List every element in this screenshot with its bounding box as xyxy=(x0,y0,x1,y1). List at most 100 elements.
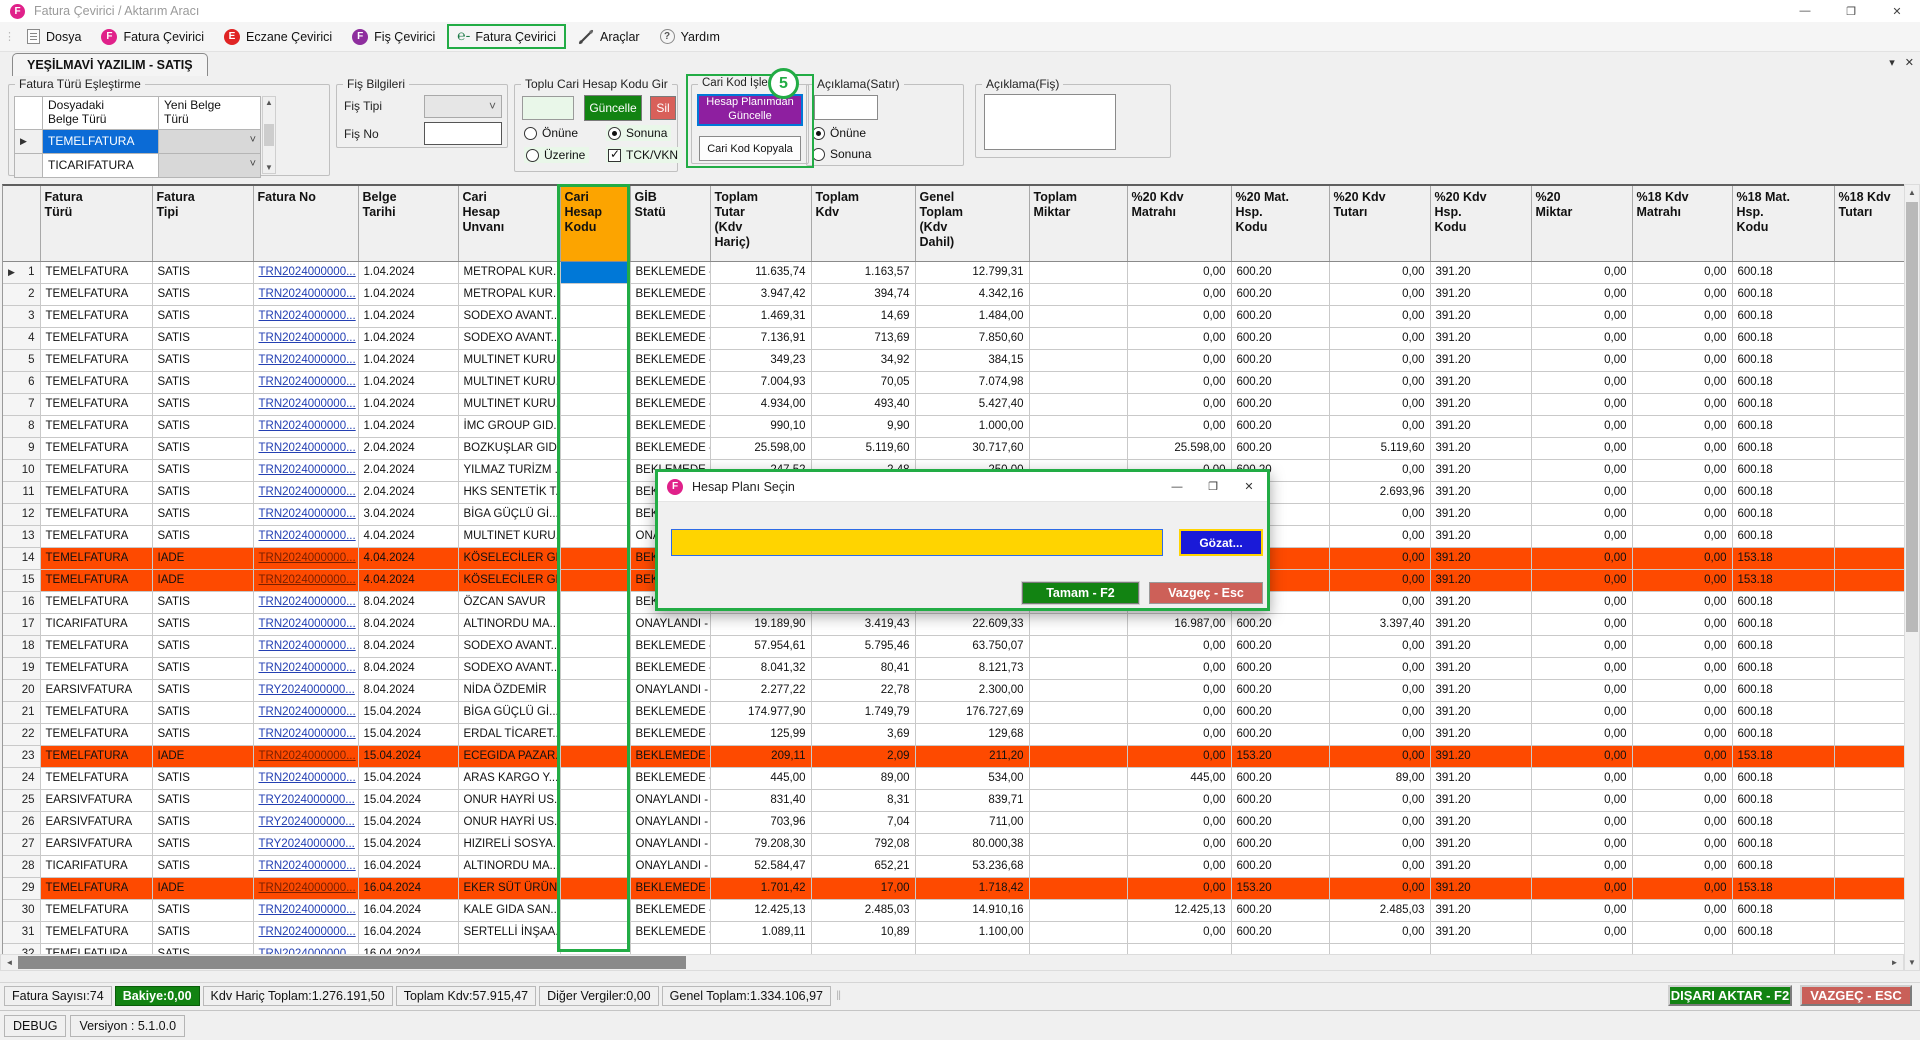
cell-kodu[interactable] xyxy=(560,679,630,701)
radio-satir-onune[interactable]: Önüne xyxy=(812,126,866,140)
fis-tipi-select[interactable] xyxy=(424,95,502,118)
cell-m18[interactable]: 0,00 xyxy=(1632,569,1732,591)
cell-gib[interactable]: ONAYLANDI - S... xyxy=(630,833,710,855)
cell-m20[interactable]: 0,00 xyxy=(1127,657,1231,679)
scroll-left-icon[interactable]: ◄ xyxy=(1,955,18,970)
cell-no[interactable]: TRN2024000000... xyxy=(253,547,358,569)
cell-t18[interactable] xyxy=(1834,349,1904,371)
invoice-number-link[interactable]: TRN2024000000... xyxy=(259,640,356,652)
cell-m20[interactable]: 16.987,00 xyxy=(1127,613,1231,635)
cell-unvan[interactable]: BİGA GÜÇLÜ Gİ... xyxy=(458,503,560,525)
cell-m20[interactable] xyxy=(1127,943,1231,954)
row-header[interactable]: 10 xyxy=(3,459,40,481)
cell-no[interactable]: TRN2024000000... xyxy=(253,327,358,349)
cell-unvan[interactable]: ONUR HAYRİ US... xyxy=(458,811,560,833)
column-header-m20[interactable]: %20 Kdv Matrahı xyxy=(1127,186,1231,261)
cell-m20[interactable]: 0,00 xyxy=(1127,723,1231,745)
column-header-mik20[interactable]: %20 Miktar xyxy=(1531,186,1632,261)
cell-tutar[interactable]: 831,40 xyxy=(710,789,811,811)
cell-gib[interactable]: ONAYLANDI - S... xyxy=(630,789,710,811)
dialog-close-icon[interactable]: ✕ xyxy=(1231,473,1267,501)
cell-turu[interactable]: TEMELFATURA xyxy=(40,283,152,305)
cell-miktar[interactable] xyxy=(1029,899,1127,921)
row-header[interactable]: 3 xyxy=(3,305,40,327)
cell-t20[interactable]: 0,00 xyxy=(1329,635,1430,657)
cell-m18[interactable]: 0,00 xyxy=(1632,745,1732,767)
invoice-number-link[interactable]: TRN2024000000... xyxy=(259,376,356,388)
cell-kodu[interactable] xyxy=(560,261,630,283)
radio-onune[interactable]: Önüne xyxy=(524,126,578,140)
cell-tarih[interactable]: 4.04.2024 xyxy=(358,569,458,591)
cell-genel[interactable]: 1.484,00 xyxy=(915,305,1029,327)
cell-t18[interactable] xyxy=(1834,437,1904,459)
hesap-planimdan-guncelle-button[interactable]: Hesap Planımdan Güncelle xyxy=(697,94,803,126)
cell-kodu[interactable] xyxy=(560,635,630,657)
cell-t18[interactable] xyxy=(1834,723,1904,745)
cell-tipi[interactable]: SATIS xyxy=(152,657,253,679)
cell-genel[interactable]: 22.609,33 xyxy=(915,613,1029,635)
cell-tipi[interactable]: SATIS xyxy=(152,349,253,371)
row-header[interactable]: 20 xyxy=(3,679,40,701)
cell-t20[interactable]: 0,00 xyxy=(1329,305,1430,327)
cell-t18[interactable] xyxy=(1834,371,1904,393)
cell-t20[interactable]: 0,00 xyxy=(1329,283,1430,305)
column-header-kh20[interactable]: %20 Kdv Hsp. Kodu xyxy=(1430,186,1531,261)
cell-turu[interactable]: TEMELFATURA xyxy=(40,657,152,679)
cell-kodu[interactable] xyxy=(560,767,630,789)
cell-tipi[interactable]: IADE xyxy=(152,877,253,899)
cell-kdv[interactable]: 3,69 xyxy=(811,723,915,745)
cell-kdv[interactable]: 1.749,79 xyxy=(811,701,915,723)
cell-unvan[interactable]: KALE GIDA SAN... xyxy=(458,899,560,921)
cell-mik20[interactable]: 0,00 xyxy=(1531,261,1632,283)
cell-kdv[interactable]: 652,21 xyxy=(811,855,915,877)
cell-tipi[interactable]: SATIS xyxy=(152,525,253,547)
cell-kodu[interactable] xyxy=(560,921,630,943)
cell-turu[interactable]: TEMELFATURA xyxy=(40,877,152,899)
cell-kdv[interactable]: 394,74 xyxy=(811,283,915,305)
cell-tipi[interactable]: SATIS xyxy=(152,283,253,305)
cell-m20[interactable]: 0,00 xyxy=(1127,679,1231,701)
cell-m20[interactable]: 0,00 xyxy=(1127,789,1231,811)
cell-kodu[interactable] xyxy=(560,393,630,415)
cell-turu[interactable]: TEMELFATURA xyxy=(40,745,152,767)
cell-t18[interactable] xyxy=(1834,525,1904,547)
close-icon[interactable]: ✕ xyxy=(1874,0,1920,22)
cell-mik20[interactable]: 0,00 xyxy=(1531,701,1632,723)
cell-kh20[interactable]: 391.20 xyxy=(1430,657,1531,679)
column-header-t20[interactable]: %20 Kdv Tutarı xyxy=(1329,186,1430,261)
column-header-turu[interactable]: Fatura Türü xyxy=(40,186,152,261)
cell-tutar[interactable]: 349,23 xyxy=(710,349,811,371)
cell-no[interactable]: TRN2024000000... xyxy=(253,745,358,767)
cell-m18[interactable]: 0,00 xyxy=(1632,437,1732,459)
cell-kodu[interactable] xyxy=(560,305,630,327)
cell-mh18[interactable]: 600.18 xyxy=(1732,701,1834,723)
cell-m18[interactable]: 0,00 xyxy=(1632,547,1732,569)
cell-m18[interactable]: 0,00 xyxy=(1632,591,1732,613)
cell-gib[interactable]: ONAYLANDI - S... xyxy=(630,613,710,635)
cell-miktar[interactable] xyxy=(1029,767,1127,789)
cell-tipi[interactable]: SATIS xyxy=(152,459,253,481)
eslestirme-row1-value[interactable]: TEMELFATURA xyxy=(43,129,159,153)
cell-unvan[interactable]: SODEXO AVANT... xyxy=(458,327,560,349)
cell-m20[interactable]: 12.425,13 xyxy=(1127,899,1231,921)
cell-mh18[interactable]: 600.18 xyxy=(1732,899,1834,921)
cell-kh20[interactable]: 391.20 xyxy=(1430,459,1531,481)
row-header[interactable]: 6 xyxy=(3,371,40,393)
cell-no[interactable]: TRY2024000000... xyxy=(253,833,358,855)
cell-tutar[interactable]: 7.004,93 xyxy=(710,371,811,393)
cell-mh20[interactable]: 600.20 xyxy=(1231,701,1329,723)
cell-mik20[interactable]: 0,00 xyxy=(1531,415,1632,437)
cell-unvan[interactable]: METROPAL KUR... xyxy=(458,283,560,305)
cell-kh20[interactable] xyxy=(1430,943,1531,954)
cell-genel[interactable]: 14.910,16 xyxy=(915,899,1029,921)
cell-unvan[interactable]: ONUR HAYRİ US... xyxy=(458,789,560,811)
cell-miktar[interactable] xyxy=(1029,789,1127,811)
cell-no[interactable]: TRN2024000000... xyxy=(253,613,358,635)
invoice-number-link[interactable]: TRY2024000000... xyxy=(259,838,355,850)
cell-kh20[interactable]: 391.20 xyxy=(1430,305,1531,327)
column-header-kdv[interactable]: Toplam Kdv xyxy=(811,186,915,261)
cell-t18[interactable] xyxy=(1834,503,1904,525)
cell-t18[interactable] xyxy=(1834,745,1904,767)
cell-tipi[interactable]: SATIS xyxy=(152,591,253,613)
cell-unvan[interactable]: ALTINORDU MA... xyxy=(458,855,560,877)
